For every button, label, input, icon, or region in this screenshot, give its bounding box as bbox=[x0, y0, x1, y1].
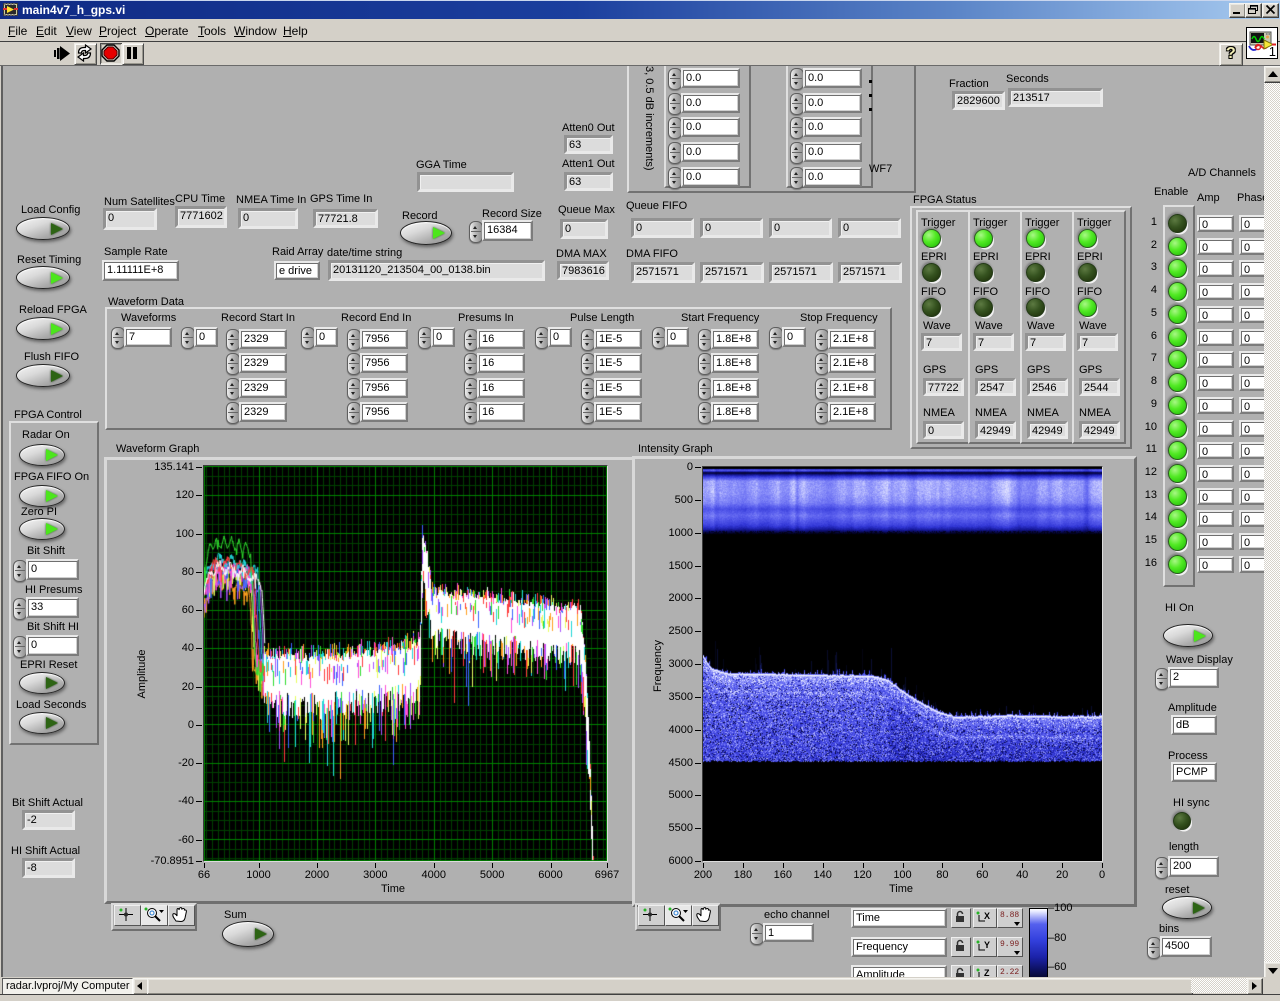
svg-text:X: X bbox=[984, 911, 990, 921]
svg-text:Z: Z bbox=[984, 968, 990, 977]
svg-text:Y: Y bbox=[984, 940, 990, 950]
